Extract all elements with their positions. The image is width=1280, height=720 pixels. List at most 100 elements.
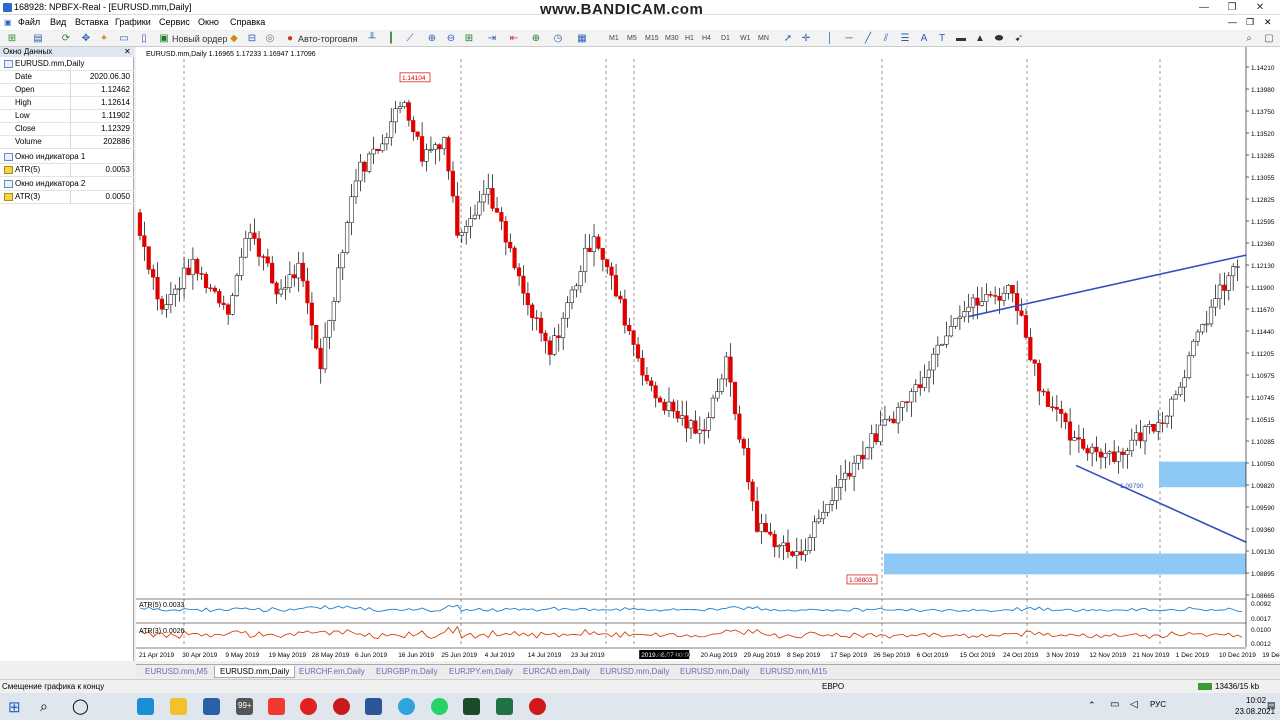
channel-icon[interactable]: ⫽ [880, 33, 892, 45]
tab-eurusd-daily-3[interactable]: EURUSD.mm,Daily [675, 666, 754, 678]
excel-icon[interactable] [496, 698, 513, 715]
candle-body [331, 301, 336, 321]
text-icon[interactable]: A [918, 33, 930, 45]
whatsapp-icon[interactable] [431, 698, 448, 715]
text-label-icon[interactable]: T [936, 33, 948, 45]
chart-window[interactable]: 1.14210 1.13980 1.13750 1.13520 1.13285 1.130… [136, 47, 1280, 661]
triangle-icon[interactable]: ▲ [974, 33, 986, 45]
menu-insert[interactable]: Вставка [75, 17, 108, 27]
tab-eurusd-daily[interactable]: EURUSD.mm,Daily [214, 666, 296, 678]
edge-icon[interactable] [137, 698, 154, 715]
fibonacci-icon[interactable]: ☰ [899, 33, 911, 45]
auto-trading-button[interactable]: Авто-торговля [298, 33, 357, 45]
menu-window[interactable]: Окно [198, 17, 219, 27]
refresh-icon[interactable]: ⟳ [60, 33, 72, 45]
vertical-line-icon[interactable]: │ [824, 33, 836, 45]
tile-windows-icon[interactable]: ⊞ [463, 33, 475, 45]
date-tick: 21 Apr 2019 [139, 652, 174, 659]
profiles-icon[interactable]: ▤ [32, 33, 44, 45]
bar-chart-icon[interactable]: ╨ [366, 33, 378, 45]
price-tick: 1.11900 [1251, 285, 1274, 292]
metatrader-icon[interactable] [463, 698, 480, 715]
autoscroll-icon[interactable]: ⇥ [486, 33, 498, 45]
rectangle-icon[interactable]: ▬ [955, 33, 967, 45]
terminal-icon[interactable]: ▭ [118, 33, 130, 45]
menu-view[interactable]: Вид [50, 17, 66, 27]
ellipse-icon[interactable]: ⬬ [993, 33, 1005, 45]
menu-restore-icon[interactable]: ❐ [1246, 17, 1254, 28]
start-icon[interactable]: ⊞ [8, 698, 21, 716]
notifications-icon[interactable]: ▤ [1267, 700, 1276, 711]
network-icon[interactable]: ▭ [1110, 699, 1119, 710]
crosshair-nav-icon[interactable]: ✥ [80, 33, 92, 45]
new-order-icon[interactable]: ▣ [158, 33, 170, 45]
tf-m1[interactable]: M1 [609, 33, 619, 45]
tab-eurusd-daily-2[interactable]: EURUSD.mm,Daily [595, 666, 674, 678]
tab-eurcad-daily[interactable]: EURCAD.em,Daily [518, 666, 595, 678]
search-icon[interactable]: ⌕ [1243, 33, 1255, 45]
explorer-icon[interactable] [170, 698, 187, 715]
tab-eurusd-m15[interactable]: EURUSD.mm,M15 [755, 666, 832, 678]
menu-close-icon[interactable]: ✕ [1264, 17, 1272, 28]
line-chart-icon[interactable]: ⟋ [404, 33, 416, 45]
menu-help[interactable]: Справка [230, 17, 265, 27]
arrows-icon[interactable]: ➹ [1013, 33, 1025, 45]
tester-icon[interactable]: ▯ [138, 33, 150, 45]
store-icon[interactable] [203, 698, 220, 715]
horizontal-line-icon[interactable]: ─ [843, 33, 855, 45]
tf-w1[interactable]: W1 [740, 33, 751, 45]
candlestick-icon[interactable]: ┃ [385, 33, 397, 45]
candle-body [367, 153, 372, 172]
metaeditor-icon[interactable]: ◆ [228, 33, 240, 45]
tab-eurusd-m5[interactable]: EURUSD.mm,M5 [140, 666, 213, 678]
market-icon[interactable]: ⊟ [246, 33, 258, 45]
trendline-icon[interactable]: ╱ [862, 33, 874, 45]
zoom-in-icon[interactable]: ⊕ [426, 33, 438, 45]
close-button[interactable]: ✕ [1248, 0, 1272, 15]
zoom-out-icon[interactable]: ⊖ [445, 33, 457, 45]
menu-file[interactable]: Файл [18, 17, 40, 27]
opera-gx-icon[interactable] [333, 698, 350, 715]
tf-m15[interactable]: M15 [645, 33, 659, 45]
opera-icon[interactable] [300, 698, 317, 715]
signals-icon[interactable]: ◎ [264, 33, 276, 45]
periods-icon[interactable]: ◷ [552, 33, 564, 45]
minimize-button[interactable]: — [1192, 0, 1216, 15]
tab-eurjpy-daily[interactable]: EURJPY.em,Daily [444, 666, 518, 678]
chat-icon[interactable]: ▢ [1263, 33, 1275, 45]
language-icon[interactable]: РУС [1150, 700, 1166, 709]
bandicam-icon[interactable] [529, 698, 546, 715]
word-icon[interactable] [365, 698, 382, 715]
tf-h1[interactable]: H1 [685, 33, 694, 45]
tf-d1[interactable]: D1 [721, 33, 730, 45]
candle-body [569, 289, 574, 303]
menu-minimize-icon[interactable]: — [1228, 17, 1237, 27]
candle-body [887, 418, 892, 421]
yandex-icon[interactable] [268, 698, 285, 715]
task-view-icon[interactable]: ◯ [72, 697, 89, 715]
tray-arrow-icon[interactable]: ⌃ [1088, 700, 1096, 711]
menu-tools[interactable]: Сервис [159, 17, 190, 27]
search-icon[interactable]: ⌕ [40, 698, 48, 715]
volume-icon[interactable]: ◁ [1130, 699, 1138, 710]
new-chart-icon[interactable]: ⊞ [6, 33, 18, 45]
maximize-button[interactable]: ❐ [1220, 0, 1244, 15]
menu-charts[interactable]: Графики [115, 17, 151, 27]
tf-m5[interactable]: M5 [627, 33, 637, 45]
crosshair-icon[interactable]: ✛ [800, 33, 812, 45]
navigator-icon[interactable]: ✦ [98, 33, 110, 45]
chart-shift-icon[interactable]: ⇤ [508, 33, 520, 45]
tf-mn[interactable]: MN [758, 33, 769, 45]
price-chart[interactable]: 1.14210 1.13980 1.13750 1.13520 1.13285 1.130… [136, 47, 1280, 661]
data-window-close-icon[interactable]: ✕ [124, 47, 131, 56]
new-order-button[interactable]: Новый ордер [172, 33, 227, 45]
cursor-icon[interactable]: ➚ [782, 33, 794, 45]
tf-h4[interactable]: H4 [702, 33, 711, 45]
auto-trading-icon[interactable]: ● [284, 33, 296, 45]
telegram-icon[interactable] [398, 698, 415, 715]
tab-eurgbp-daily[interactable]: EURGBP.m,Daily [371, 666, 443, 678]
tab-eurchf-daily[interactable]: EURCHF.em,Daily [294, 666, 370, 678]
tf-m30[interactable]: M30 [665, 33, 679, 45]
templates-icon[interactable]: ▦ [576, 33, 588, 45]
indicators-icon[interactable]: ⊕ [530, 33, 542, 45]
